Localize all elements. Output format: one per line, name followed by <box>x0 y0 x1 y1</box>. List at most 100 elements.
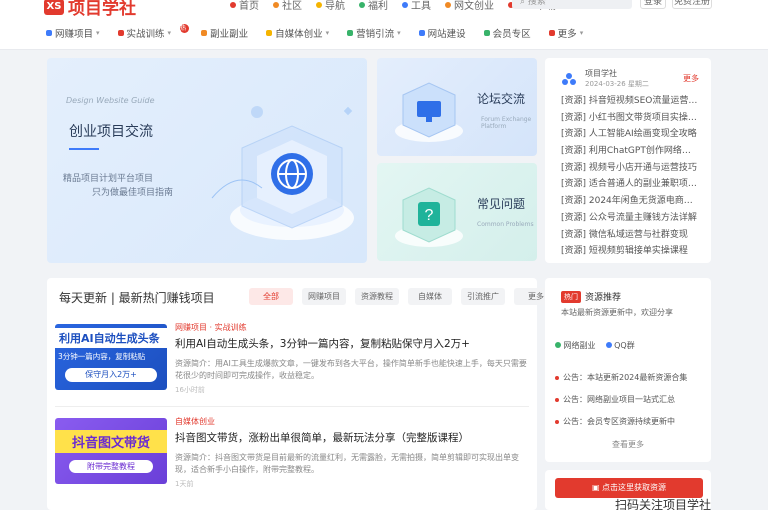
recommend-link[interactable]: 公告：会员专区资源持续更新中 <box>555 411 699 433</box>
nav-dot-icon <box>316 1 322 8</box>
post-divider <box>55 406 529 407</box>
news-item[interactable]: [资源] 小红书图文带货项目实操教程 <box>561 110 699 127</box>
nav-dot-icon <box>402 1 408 8</box>
post-item[interactable]: 抖音图文带货 附带完整教程 自媒体创业 抖音图文带货，涨粉出单很简单，最新玩法分… <box>55 416 530 508</box>
bullet-icon <box>555 375 559 380</box>
hero-desc: 精品项目计划平台项目 <box>63 174 154 184</box>
tag-network[interactable]: 网络副业 <box>555 340 596 351</box>
recommend-text: 本站最新资源更新中，欢迎分享 <box>561 308 673 317</box>
news-item[interactable]: [资源] 短视频剪辑接单实操课程 <box>561 243 699 260</box>
tag-label: 网络副业 <box>563 341 596 350</box>
forum-card-subtitle: Forum Exchange Platform <box>481 116 532 130</box>
feed-tab[interactable]: 资源教程 <box>355 288 399 305</box>
top-nav-label: 工具 <box>411 1 431 12</box>
chevron-down-icon: ▾ <box>325 29 330 37</box>
category-label: 实战训练 <box>126 29 165 40</box>
category-icon <box>347 30 354 36</box>
top-nav-item[interactable]: 首页 <box>230 0 259 12</box>
post-title[interactable]: 抖音图文带货，涨粉出单很简单，最新玩法分享（完整版课程） <box>175 430 469 445</box>
register-button[interactable]: 免费注册 <box>672 0 712 9</box>
news-item[interactable]: [资源] 视频号小店开通与运营技巧 <box>561 160 699 177</box>
top-nav-item[interactable]: 网文创业 <box>445 0 494 12</box>
post-title[interactable]: 利用AI自动生成头条，3分钟一篇内容，复制粘贴保守月入2万+ <box>175 336 470 351</box>
hero-desc-2: 只为做最佳项目指南 <box>92 188 174 198</box>
logo-mark: XS <box>44 0 64 15</box>
category-nav-item[interactable]: 更多 ▾ <box>548 26 584 40</box>
news-item[interactable]: [资源] 适合普通人的副业兼职项目合集 <box>561 176 699 193</box>
feed-tab[interactable]: 引流推广 <box>461 288 505 305</box>
news-item[interactable]: [资源] 利用ChatGPT创作网络爆款文章 <box>561 143 699 160</box>
nav-dot-icon <box>445 1 451 8</box>
category-nav-item[interactable]: 副业副业 <box>201 26 248 40</box>
category-nav-item[interactable]: 会员专区 <box>483 26 531 40</box>
tag-qq[interactable]: QQ群 <box>605 340 635 351</box>
latest-feed: 每天更新 | 最新热门赚钱项目 全部 网赚项目 资源教程 自媒体 引流推广 更多 利用AI… <box>47 278 558 510</box>
category-nav-item[interactable]: 营销引流 ▾ <box>347 26 401 40</box>
post-thumbnail[interactable]: 抖音图文带货 附带完整教程 <box>55 418 167 484</box>
gift-icon: ▣ <box>591 483 603 492</box>
news-item[interactable]: [资源] 抖音短视频SEO流量运营指南 <box>561 93 699 110</box>
feed-tab[interactable]: 全部 <box>249 288 293 305</box>
category-label: 会员专区 <box>492 29 531 40</box>
top-nav-item[interactable]: 导航 <box>316 0 345 12</box>
recommend-link-label: 公告：本站更新2024最新资源合集 <box>563 373 688 382</box>
post-meta: 16小时前 <box>175 386 205 394</box>
thumb-pill: 保守月入2万+ <box>65 368 157 382</box>
top-nav-item[interactable]: 福利 <box>359 0 388 12</box>
category-nav-item[interactable]: 自媒体创业 ▾ <box>266 26 329 40</box>
faq-card-title: 常见问题 <box>477 197 526 211</box>
top-nav-item[interactable]: 工具 <box>402 0 431 12</box>
get-resource-label: 点击这里获取资源 <box>602 483 667 492</box>
nav-dot-icon <box>359 1 365 8</box>
chevron-down-icon: ▾ <box>579 29 584 37</box>
tag-label: QQ群 <box>614 341 635 350</box>
nav-dot-icon <box>273 1 279 8</box>
recommend-link[interactable]: 公告：网络副业项目一站式汇总 <box>555 389 699 411</box>
feed-tab[interactable]: 自媒体 <box>408 288 452 305</box>
recommend-badge: 热门 <box>561 290 581 303</box>
category-label: 网站建设 <box>427 29 466 40</box>
category-nav-item[interactable]: 实战训练 ▾ 热 <box>117 23 190 40</box>
search-placeholder: 搜索 <box>527 0 546 7</box>
search-input[interactable]: ⌕ 搜索 <box>512 0 632 9</box>
recommend-link-label: 公告：网络副业项目一站式汇总 <box>563 395 675 404</box>
news-item[interactable]: [资源] 2024年闲鱼无货源电商玩法 <box>561 193 699 210</box>
get-resource-button[interactable]: ▣ 点击这里获取资源 <box>555 478 703 498</box>
category-label: 网赚项目 <box>55 29 94 40</box>
news-sidebar: 项目学社 2024-03-26 星期二 更多 [资源] 抖音短视频SEO流量运营… <box>545 58 711 263</box>
login-button[interactable]: 登录 <box>640 0 666 9</box>
category-icon <box>201 30 208 36</box>
top-nav-item[interactable]: 社区 <box>273 0 302 12</box>
recommend-title: 资源推荐 <box>585 293 622 303</box>
top-nav-label: 福利 <box>368 1 388 12</box>
recommend-more-link[interactable]: 查看更多 <box>545 439 711 450</box>
category-icon <box>418 30 425 36</box>
faq-card-subtitle: Common Problems <box>477 221 534 228</box>
chevron-down-icon: ▾ <box>397 29 401 37</box>
post-meta: 1天前 <box>175 480 194 488</box>
feed-tab[interactable]: 网赚项目 <box>302 288 346 305</box>
forum-card[interactable]: 论坛交流 Forum Exchange Platform <box>377 58 537 156</box>
news-item[interactable]: [资源] 公众号流量主赚钱方法详解 <box>561 210 699 227</box>
hero-banner[interactable]: Design Website Guide 创业项目交流 精品项目计划平台项目 只… <box>47 58 367 263</box>
faq-card[interactable]: ? 常见问题 Common Problems <box>377 163 537 261</box>
post-category[interactable]: 网赚项目 · 实战训练 <box>175 322 247 333</box>
hot-badge: 热 <box>180 23 190 33</box>
post-thumbnail[interactable]: 利用AI自动生成头条 3分钟一篇内容，复制粘贴 保守月入2万+ <box>55 324 167 390</box>
category-nav-item[interactable]: 网赚项目 ▾ <box>46 26 100 40</box>
thumb-headline: 抖音图文带货 <box>55 430 167 453</box>
post-category[interactable]: 自媒体创业 <box>175 416 215 427</box>
recommend-link[interactable]: 公告：本站更新2024最新资源合集 <box>555 367 699 389</box>
post-item[interactable]: 利用AI自动生成头条 3分钟一篇内容，复制粘贴 保守月入2万+ 网赚项目 · 实… <box>55 322 530 414</box>
question-illustration: ? <box>395 187 463 247</box>
news-more-link[interactable]: 更多 <box>683 73 699 84</box>
category-nav-item[interactable]: 网站建设 <box>418 26 466 40</box>
category-icon <box>117 30 124 36</box>
bullet-icon <box>555 419 559 424</box>
site-name: 项目学社 <box>585 69 617 78</box>
news-item[interactable]: [资源] 微信私域运营与社群变现 <box>561 227 699 244</box>
recommend-links: 公告：本站更新2024最新资源合集 公告：网络副业项目一站式汇总公告：会员专区资源… <box>545 351 711 433</box>
category-label: 更多 <box>557 29 577 40</box>
news-item[interactable]: [资源] 人工智能AI绘画变现全攻略 <box>561 126 699 143</box>
top-nav-label: 导航 <box>325 1 345 12</box>
